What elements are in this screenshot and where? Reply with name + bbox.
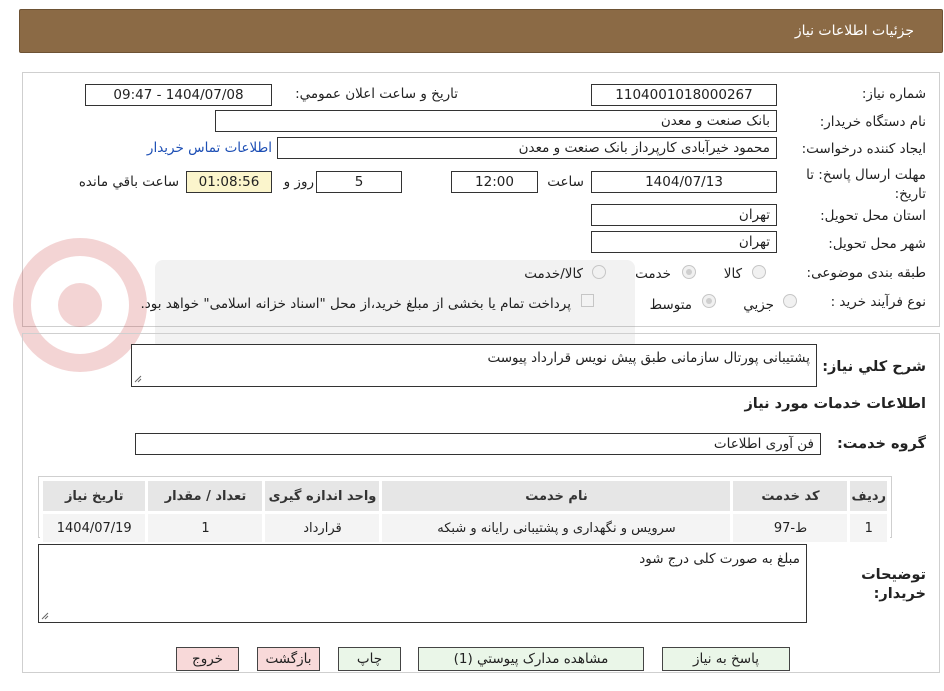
category-radio-goods-service[interactable] — [592, 265, 606, 279]
cell-service-code: ط-97 — [730, 511, 851, 545]
treasury-payment-checkbox[interactable] — [581, 294, 594, 307]
province-label: استان محل تحویل: — [820, 208, 926, 224]
category-radio-service[interactable] — [682, 265, 696, 279]
need-number-field: 1104001018000267 — [591, 84, 777, 106]
back-button[interactable]: بازگشت — [257, 647, 320, 671]
creator-label: ایجاد کننده درخواست: — [801, 141, 926, 157]
remaining-time-field: 01:08:56 — [186, 171, 272, 193]
service-group-label: گروه خدمت: — [836, 436, 926, 452]
page-title: جزئیات اطلاعات نیاز — [794, 23, 914, 39]
resize-handle-icon[interactable] — [41, 612, 49, 620]
buyer-org-label: نام دستگاه خریدار: — [819, 114, 926, 130]
exit-button[interactable]: خروج — [176, 647, 239, 671]
remaining-label: ساعت باقي مانده — [78, 174, 179, 190]
need-number-label: شماره نیاز: — [861, 86, 926, 102]
category-option-goods-service: کالا/خدمت — [524, 266, 583, 282]
announce-label: تاریخ و ساعت اعلان عمومي: — [295, 86, 458, 102]
deadline-date-field: 1404/07/13 — [591, 171, 777, 193]
cell-need-date: 1404/07/19 — [39, 511, 149, 545]
creator-field: محمود خیرآبادی کارپرداز بانک صنعت و معدن — [277, 137, 777, 159]
announce-datetime-field: 1404/07/08 - 09:47 — [85, 84, 272, 106]
description-label: شرح کلي نياز: — [822, 359, 926, 375]
table-row: 1 ط-97 سرویس و نگهداری و پشتیبانی رایانه… — [39, 511, 890, 545]
category-option-service: خدمت — [635, 266, 671, 282]
buyer-notes-label: توضیحات خریدار: — [861, 567, 926, 602]
treasury-payment-note: پرداخت تمام یا بخشی از مبلغ خرید،از محل … — [140, 296, 571, 312]
category-label: طبقه بندی موضوعی: — [806, 265, 926, 281]
print-button[interactable]: چاپ — [338, 647, 401, 671]
process-option-minor: جزيي — [743, 297, 774, 313]
description-field: پشتیبانی پورتال سازمانی طبق پیش نویس قرا… — [131, 344, 817, 387]
col-service-code: کد خدمت — [730, 478, 851, 514]
cell-service-name: سرویس و نگهداری و پشتیبانی رایانه و شبکه — [379, 511, 734, 545]
col-service-name: نام خدمت — [379, 478, 734, 514]
province-field: تهران — [591, 204, 777, 226]
reply-to-need-button[interactable]: پاسخ به نیاز — [662, 647, 790, 671]
cell-row-number: 1 — [847, 511, 890, 545]
days-word: روز و — [283, 174, 314, 190]
days-field: 5 — [316, 171, 402, 193]
page-header: جزئیات اطلاعات نیاز — [19, 9, 943, 53]
cell-unit: قرارداد — [262, 511, 383, 545]
service-group-field: فن آوری اطلاعات — [135, 433, 821, 455]
table-header-row: ردیف کد خدمت نام خدمت واحد اندازه گیری ت… — [39, 478, 890, 514]
city-label: شهر محل تحویل: — [828, 236, 926, 252]
description-text: پشتیبانی پورتال سازمانی طبق پیش نویس قرا… — [487, 350, 810, 366]
city-field: تهران — [591, 231, 777, 253]
category-option-goods: کالا — [723, 266, 742, 282]
col-unit: واحد اندازه گیری — [262, 478, 383, 514]
process-radio-minor[interactable] — [783, 294, 797, 308]
services-table-wrap: ردیف کد خدمت نام خدمت واحد اندازه گیری ت… — [38, 476, 892, 545]
buyer-notes-text: مبلغ به صورت کلی درج شود — [639, 551, 800, 567]
services-table: ردیف کد خدمت نام خدمت واحد اندازه گیری ت… — [39, 478, 890, 545]
category-radio-goods[interactable] — [752, 265, 766, 279]
buyer-org-field: بانک صنعت و معدن — [215, 110, 777, 132]
buyer-contact-link[interactable]: اطلاعات تماس خریدار — [147, 140, 272, 156]
deadline-time-field: 12:00 — [451, 171, 538, 193]
process-label: نوع فرآیند خرید : — [830, 294, 926, 310]
col-need-date: تاریخ نیاز — [39, 478, 149, 514]
col-row-number: ردیف — [847, 478, 890, 514]
process-radio-medium[interactable] — [702, 294, 716, 308]
deadline-label: مهلت ارسال پاسخ: تا تاریخ: — [806, 167, 926, 202]
resize-handle-icon[interactable] — [134, 375, 142, 383]
cell-quantity: 1 — [145, 511, 266, 545]
view-attachments-button[interactable]: مشاهده مدارک پیوستي (1) — [418, 647, 644, 671]
deadline-time-word: ساعت — [547, 174, 584, 190]
process-option-medium: متوسط — [649, 297, 692, 313]
services-section-title: اطلاعات خدمات مورد نیاز — [744, 396, 926, 412]
col-quantity: تعداد / مقدار — [145, 478, 266, 514]
buyer-notes-field: مبلغ به صورت کلی درج شود — [38, 544, 807, 623]
